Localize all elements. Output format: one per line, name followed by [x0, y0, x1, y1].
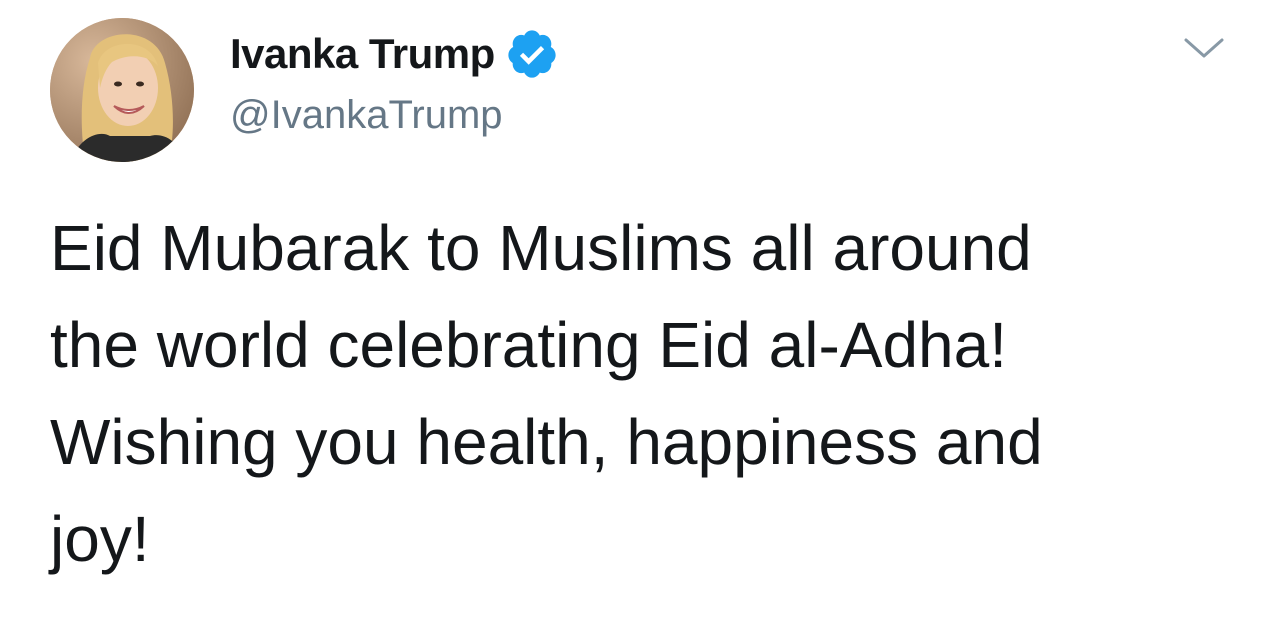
author-handle[interactable]: @IvankaTrump: [230, 93, 503, 138]
display-name[interactable]: Ivanka Trump: [230, 30, 495, 78]
chevron-down-icon[interactable]: [1180, 30, 1228, 66]
tweet-text: Eid Mubarak to Muslims all around the wo…: [50, 212, 1043, 575]
verified-badge-icon: [505, 27, 559, 81]
profile-photo: [50, 18, 194, 162]
author-name-row[interactable]: Ivanka Trump: [230, 24, 559, 84]
tweet-card: Ivanka Trump @IvankaTrump Eid Mubarak to…: [0, 0, 1280, 629]
avatar[interactable]: [50, 18, 194, 162]
